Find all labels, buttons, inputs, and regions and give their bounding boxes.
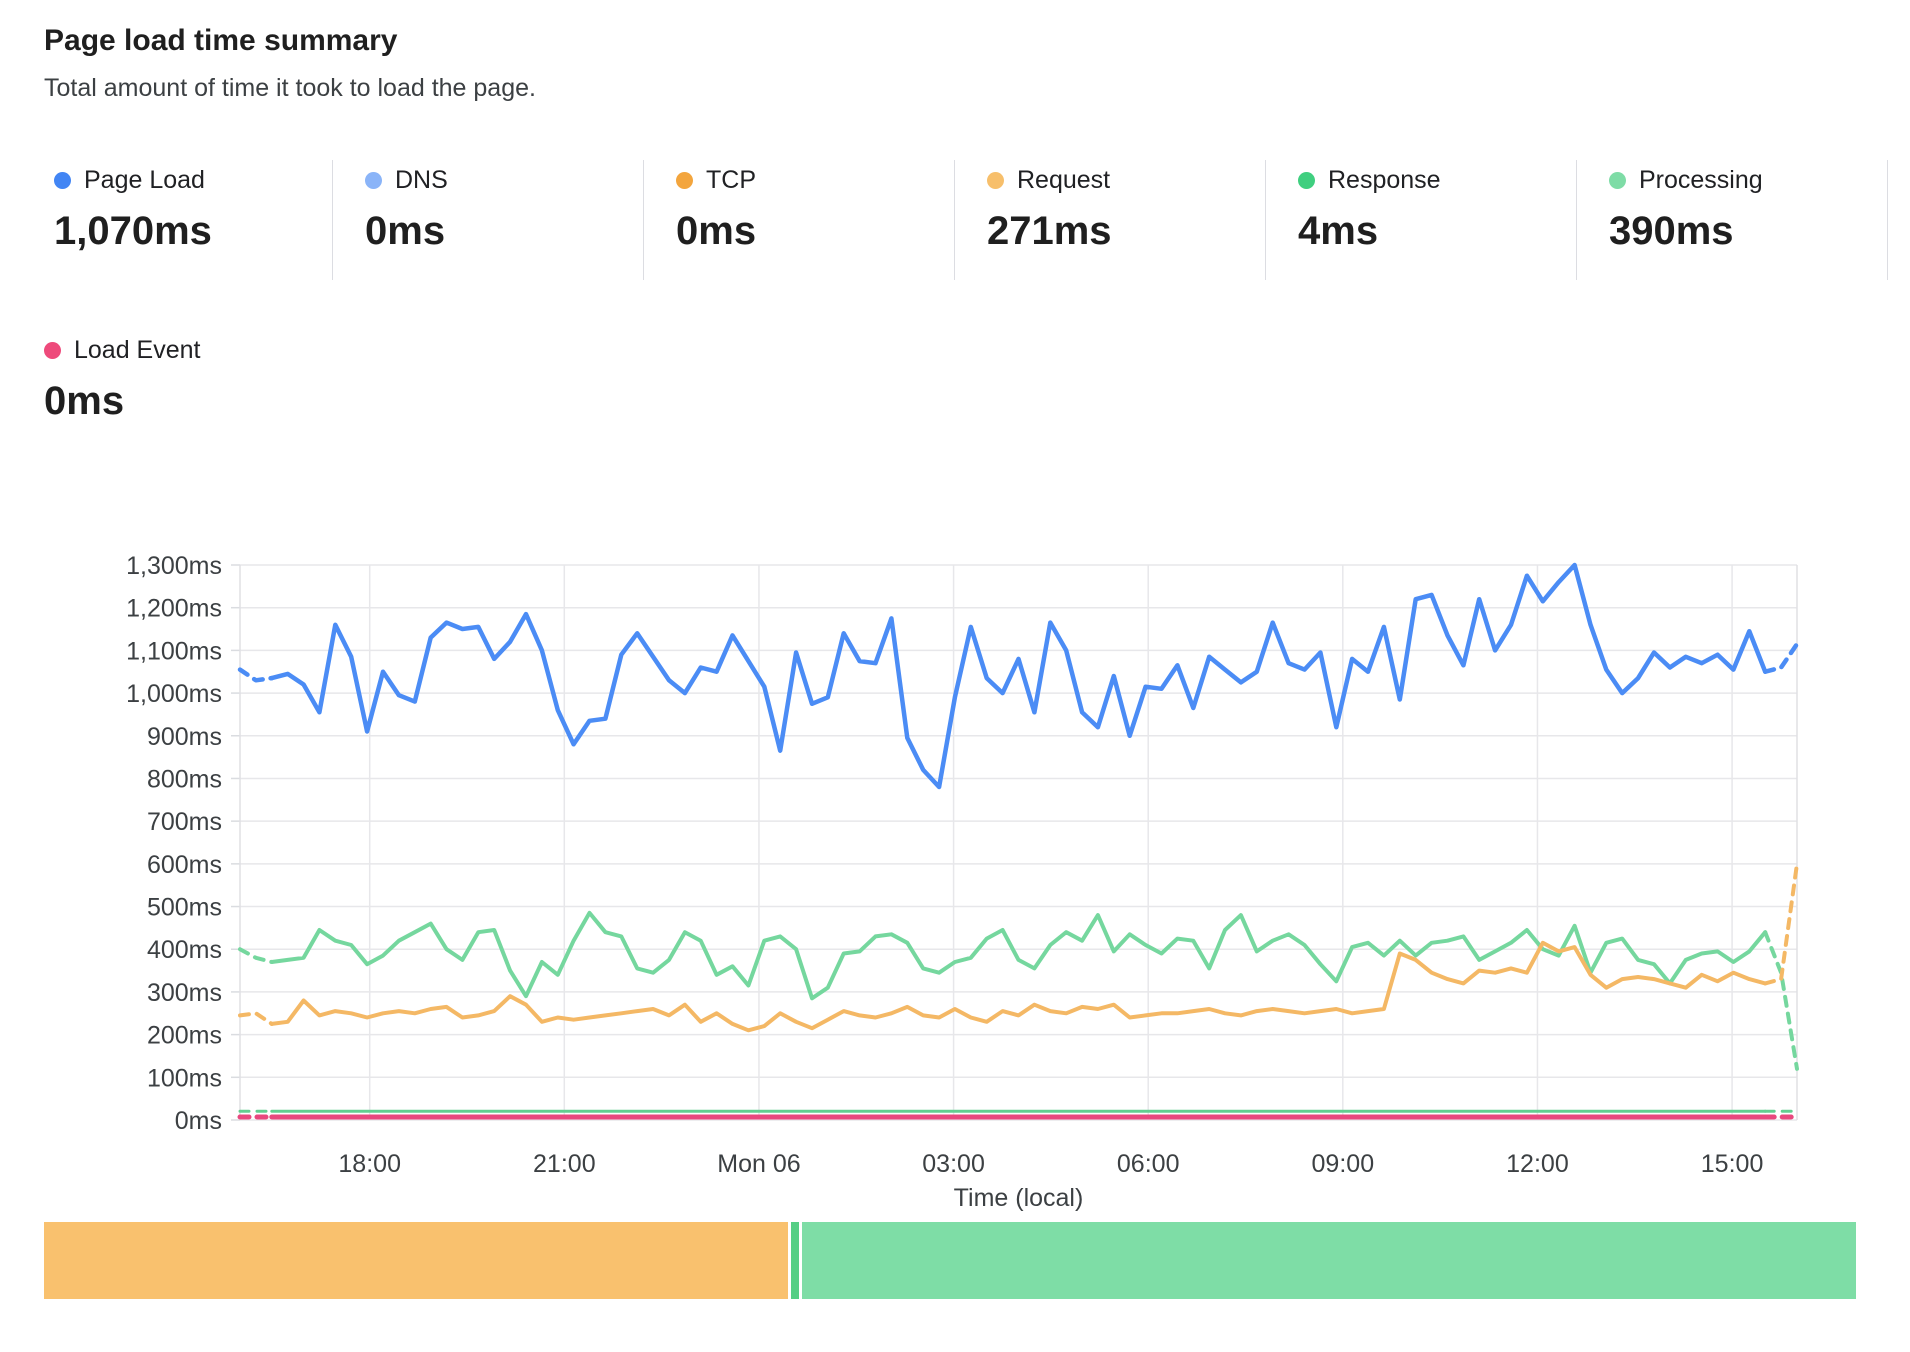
series-processing-line <box>272 913 1765 998</box>
y-tick-label: 0ms <box>175 1107 222 1135</box>
tcp-dot-icon <box>676 172 693 189</box>
legend-metrics-row: Page Load 1,070ms DNS 0ms TCP 0ms Reques… <box>22 160 1888 280</box>
series-request-line <box>240 1013 272 1024</box>
legend-metric[interactable]: TCP 0ms <box>644 160 955 280</box>
dns-dot-icon <box>365 172 382 189</box>
y-tick-label: 700ms <box>147 808 222 836</box>
y-tick-label: 300ms <box>147 979 222 1007</box>
legend-metric[interactable]: Page Load 1,070ms <box>22 160 333 280</box>
series-processing-line <box>240 949 272 962</box>
y-tick-label: 1,100ms <box>126 637 222 665</box>
metric-label: Processing <box>1639 166 1763 195</box>
legend-metric[interactable]: DNS 0ms <box>333 160 644 280</box>
processing-dot-icon <box>1609 172 1626 189</box>
y-tick-label: 600ms <box>147 851 222 879</box>
y-tick-label: 900ms <box>147 723 222 751</box>
metric-value: 271ms <box>987 209 1265 254</box>
y-tick-label: 500ms <box>147 894 222 922</box>
x-tick-label: 18:00 <box>338 1150 401 1178</box>
footer-bar-segment-request-share <box>44 1222 788 1299</box>
legend-metric[interactable]: Processing 390ms <box>1577 160 1888 280</box>
metric-label: TCP <box>706 166 756 195</box>
metric-label: Request <box>1017 166 1110 195</box>
series-page-load-line <box>272 565 1765 787</box>
footer-bar[interactable] <box>44 1222 1858 1299</box>
page-load-summary-panel: Page load time summary Total amount of t… <box>0 0 1910 1352</box>
x-tick-label: 12:00 <box>1506 1150 1569 1178</box>
series-request-line <box>1765 864 1797 984</box>
series-processing-line <box>1765 932 1797 1069</box>
x-axis-title: Time (local) <box>954 1184 1084 1212</box>
load-time-chart[interactable]: 0ms 100ms 200ms 300ms 400ms 500ms 600ms 700ms 80… <box>0 540 1910 1216</box>
load-event-dot-icon <box>44 342 61 359</box>
x-tick-label: 06:00 <box>1117 1150 1180 1178</box>
y-tick-label: 1,000ms <box>126 680 222 708</box>
metric-value: 0ms <box>365 209 643 254</box>
response-dot-icon <box>1298 172 1315 189</box>
y-tick-label: 100ms <box>147 1064 222 1092</box>
metric-value: 0ms <box>44 379 201 424</box>
footer-bar-segment-divider-share <box>791 1222 799 1299</box>
y-tick-label: 400ms <box>147 936 222 964</box>
load-time-chart-svg[interactable]: 0ms 100ms 200ms 300ms 400ms 500ms 600ms 700ms 80… <box>0 540 1910 1216</box>
y-tick-label: 1,300ms <box>126 552 222 580</box>
x-tick-label: 15:00 <box>1701 1150 1764 1178</box>
metric-value: 4ms <box>1298 209 1576 254</box>
page-title: Page load time summary <box>44 24 397 58</box>
x-tick-label: 03:00 <box>922 1150 985 1178</box>
metric-value: 0ms <box>676 209 954 254</box>
metric-value: 390ms <box>1609 209 1887 254</box>
y-tick-label: 800ms <box>147 765 222 793</box>
x-tick-label: 09:00 <box>1312 1150 1375 1178</box>
metric-label: Page Load <box>84 166 205 195</box>
x-tick-label: 21:00 <box>533 1150 596 1178</box>
series-page-load-line <box>240 670 272 681</box>
metric-label: DNS <box>395 166 448 195</box>
legend-metric[interactable]: Response 4ms <box>1266 160 1577 280</box>
x-tick-label: Mon 06 <box>717 1150 800 1178</box>
legend-metric-load-event[interactable]: Load Event 0ms <box>44 336 201 424</box>
request-dot-icon <box>987 172 1004 189</box>
page-load-dot-icon <box>54 172 71 189</box>
series-page-load-line <box>1765 644 1797 672</box>
y-tick-label: 200ms <box>147 1022 222 1050</box>
legend-metric[interactable]: Request 271ms <box>955 160 1266 280</box>
footer-bar-segment-processing-share <box>802 1222 1856 1299</box>
y-tick-label: 1,200ms <box>126 595 222 623</box>
metric-label: Load Event <box>74 336 201 365</box>
page-subtitle: Total amount of time it took to load the… <box>44 74 536 103</box>
metric-value: 1,070ms <box>54 209 332 254</box>
metric-label: Response <box>1328 166 1441 195</box>
